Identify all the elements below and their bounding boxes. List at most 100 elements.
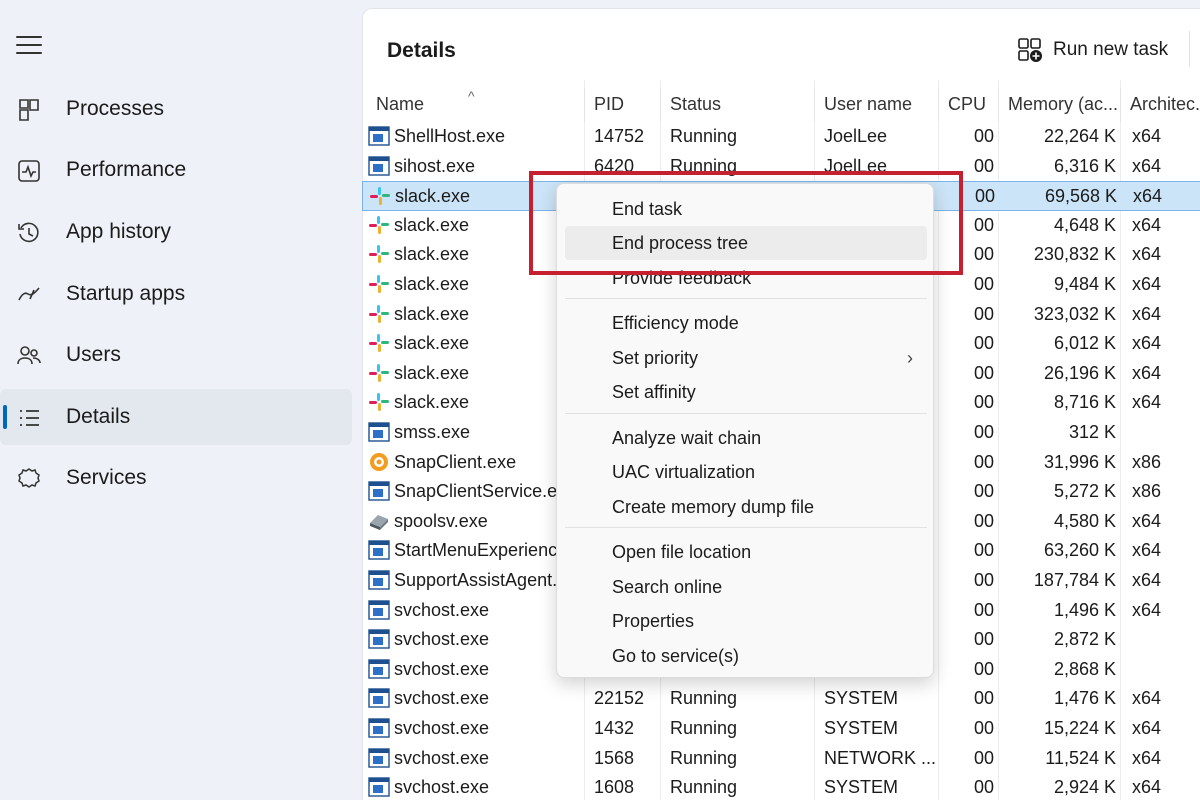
sidebar-item-startup-apps[interactable]: Startup apps [0, 266, 352, 322]
menu-separator [565, 298, 927, 299]
cell-arch: x64 [1132, 214, 1162, 235]
run-new-task-button[interactable]: Run new task [1017, 35, 1168, 65]
cell-mem: 2,872 K [1053, 629, 1116, 650]
cell-pid: 22152 [594, 688, 645, 709]
menu-item-set-affinity[interactable]: Set affinity [565, 375, 927, 409]
slack-process-icon [369, 186, 391, 206]
cell-mem: 323,032 K [1033, 303, 1116, 324]
window-process-icon [368, 155, 390, 176]
table-row[interactable]: svchost.exe 1608 Running SYSTEM 00 2,924 K x64 [362, 773, 1200, 800]
table-row[interactable]: svchost.exe 1568 Running NETWORK ... 00 11,52… [362, 744, 1200, 774]
cell-arch: x64 [1132, 392, 1162, 413]
cell-arch: x86 [1132, 481, 1162, 502]
cell-pid: 14752 [594, 126, 645, 146]
menu-item-label: Properties [612, 611, 695, 631]
cell-cpu: 00 [973, 333, 994, 354]
menu-item-properties[interactable]: Properties [565, 604, 927, 638]
menu-item-create-memory-dump-file[interactable]: Create memory dump file [565, 490, 927, 524]
sidebar-item-label: Processes [66, 97, 165, 120]
menu-item-label: Go to service(s) [612, 646, 740, 666]
cell-cpu: 00 [973, 658, 994, 679]
cell-mem: 187,784 K [1033, 570, 1116, 590]
snap-process-icon [368, 452, 390, 472]
cell-arch: x64 [1132, 510, 1162, 531]
window-process-icon [368, 659, 390, 679]
cell-name: ShellHost.exe [394, 126, 506, 146]
cell-cpu: 00 [973, 303, 994, 324]
window-process-icon [368, 599, 390, 620]
cell-status: Running [670, 688, 738, 709]
menu-item-efficiency-mode[interactable]: Efficiency mode [565, 306, 927, 340]
cell-mem: 31,996 K [1043, 451, 1116, 472]
cell-arch: x64 [1132, 244, 1162, 265]
menu-item-label: Efficiency mode [612, 313, 739, 333]
menu-item-uac-virtualization[interactable]: UAC virtualization [565, 455, 927, 489]
sidebar-item-processes[interactable]: Processes [0, 81, 352, 137]
cell-cpu: 00 [973, 629, 994, 650]
cell-name: svchost.exe [394, 688, 490, 709]
menu-item-set-priority[interactable]: Set priority › [565, 341, 927, 375]
cell-name: svchost.exe [394, 747, 490, 768]
cell-cpu: 00 [973, 392, 994, 413]
window-process-icon [368, 747, 390, 768]
menu-item-go-to-service-s[interactable]: Go to service(s) [565, 639, 927, 673]
column-separator[interactable] [660, 88, 661, 122]
menu-separator [565, 527, 927, 528]
slack-process-icon [368, 363, 390, 383]
cell-cpu: 00 [973, 540, 994, 561]
cell-cpu: 00 [973, 274, 994, 294]
sidebar-item-details[interactable]: Details [0, 389, 352, 445]
menu-item-search-online[interactable]: Search online [565, 570, 927, 604]
details-icon [16, 405, 42, 431]
sort-ascending-icon: ^ [468, 88, 475, 104]
cell-arch: x86 [1132, 451, 1162, 472]
menu-item-analyze-wait-chain[interactable]: Analyze wait chain [565, 421, 927, 455]
sidebar-item-label: App history [66, 220, 172, 243]
cell-mem: 2,924 K [1053, 777, 1116, 798]
column-header-cpu[interactable]: CPU [948, 94, 1000, 122]
cell-user: SYSTEM [824, 777, 899, 798]
sidebar-item-services[interactable]: Services [0, 450, 352, 506]
cell-pid: 1568 [594, 747, 635, 768]
performance-icon [16, 158, 42, 184]
column-separator[interactable] [814, 88, 815, 122]
cell-cpu: 00 [973, 718, 994, 738]
menu-item-label: Analyze wait chain [612, 428, 762, 448]
sidebar-item-performance[interactable]: Performance [0, 142, 352, 198]
sidebar-item-label: Users [66, 343, 121, 366]
table-row[interactable]: ShellHost.exe 14752 Running JoelLee 00 22,264… [362, 122, 1200, 152]
menu-item-label: Create memory dump file [612, 497, 815, 517]
window-process-icon [368, 570, 390, 590]
column-header-mem[interactable]: Memory (ac... [1008, 94, 1122, 122]
details-table: Name PID Status User name CPU Memory (ac... Ar… [362, 88, 1200, 797]
cell-arch: x64 [1132, 718, 1162, 738]
column-header-user[interactable]: User name [824, 94, 940, 122]
cell-user: SYSTEM [824, 688, 899, 709]
cell-cpu: 00 [973, 422, 994, 442]
sidebar-item-users[interactable]: Users [0, 327, 352, 383]
column-header-arch[interactable]: Architec... [1130, 94, 1200, 122]
cell-user: SYSTEM [824, 718, 899, 738]
cell-cpu: 00 [973, 510, 994, 531]
menu-item-open-file-location[interactable]: Open file location [565, 535, 927, 569]
cell-mem: 8,716 K [1053, 392, 1116, 413]
cell-mem: 1,496 K [1053, 599, 1116, 620]
hamburger-menu-icon[interactable] [16, 36, 42, 58]
sidebar: Processes Performance App history Startup a… [0, 0, 362, 800]
table-row[interactable]: svchost.exe 1432 Running SYSTEM 00 15,224 K x6… [362, 714, 1200, 744]
column-separator[interactable] [1120, 88, 1121, 122]
sidebar-item-label: Performance [66, 158, 187, 181]
cell-mem: 26,196 K [1043, 362, 1116, 383]
column-header-status[interactable]: Status [670, 94, 816, 122]
column-header-name[interactable]: Name [376, 94, 586, 122]
cell-arch: x64 [1132, 274, 1162, 294]
table-row[interactable]: svchost.exe 22152 Running SYSTEM 00 1,476 K x6… [362, 684, 1200, 714]
column-header-pid[interactable]: PID [594, 94, 662, 122]
column-separator[interactable] [584, 88, 585, 122]
column-separator[interactable] [938, 88, 939, 122]
sidebar-item-app-history[interactable]: App history [0, 204, 352, 260]
column-separator[interactable] [998, 88, 999, 122]
menu-item-label: Search online [612, 577, 723, 597]
cell-arch: x64 [1132, 540, 1162, 561]
run-new-task-icon [1018, 38, 1042, 62]
